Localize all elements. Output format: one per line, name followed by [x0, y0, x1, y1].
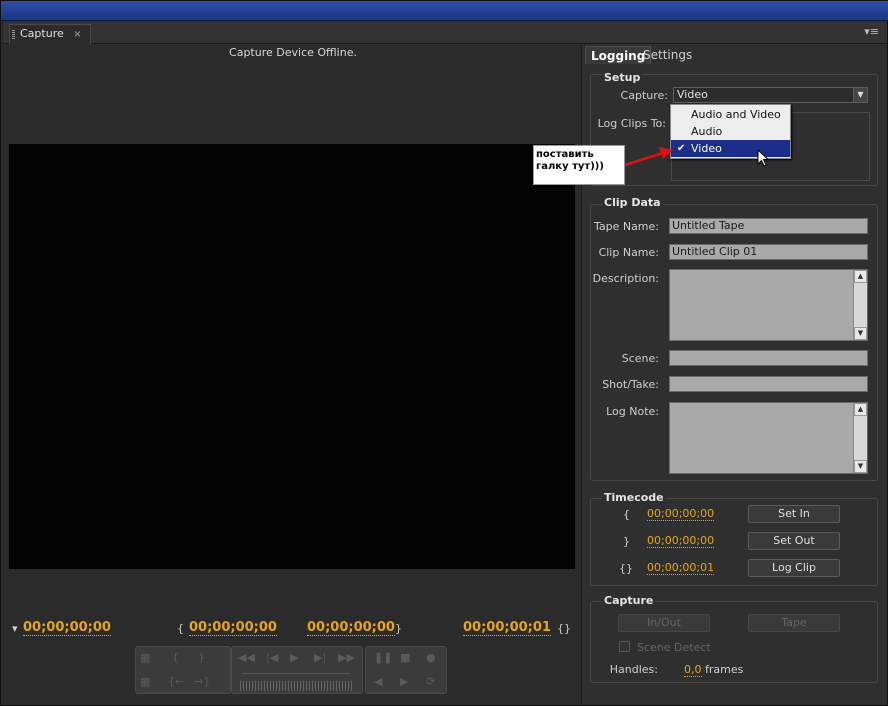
scroll-down-icon[interactable]: ▼ [854, 327, 867, 340]
stop-icon[interactable]: ■ [400, 651, 410, 664]
rewind-icon[interactable]: ◀◀ [238, 651, 255, 664]
annotation-line-2: галку тут))) [536, 161, 604, 172]
playhead-marker-icon: ▾ [12, 622, 18, 635]
description-scrollbar[interactable]: ▲ ▼ [853, 270, 867, 340]
clip-data-title: Clip Data [602, 196, 663, 209]
tape-name-label: Tape Name: [593, 220, 659, 233]
annotation-callout: поставить галку тут))) [533, 145, 625, 185]
step-back-icon[interactable]: |◀ [266, 651, 278, 664]
set-in-icon[interactable]: { [172, 651, 179, 664]
menu-item-video-label: Video [691, 142, 722, 155]
timecode-title: Timecode [602, 491, 666, 504]
setup-title: Setup [602, 71, 643, 84]
set-out-button[interactable]: Set Out [748, 532, 840, 550]
scene-search-icon[interactable]: ⟳ [426, 675, 435, 688]
set-out-icon[interactable]: } [198, 651, 205, 664]
tab-capture-label: Capture [20, 27, 64, 40]
in-point-timecode[interactable]: 00;00;00;00 [189, 620, 277, 636]
scene-field[interactable] [669, 350, 868, 366]
duration-icon: {} [619, 562, 633, 575]
menu-item-video[interactable]: ✔ Video [671, 140, 790, 157]
chevron-down-icon[interactable]: ▼ [853, 88, 867, 102]
pause-icon[interactable]: ❚❚ [374, 651, 392, 664]
scene-detect-label: Scene Detect [637, 641, 711, 654]
play-icon[interactable]: ▶ [290, 651, 298, 664]
shot-take-label: Shot/Take: [602, 378, 659, 391]
record-icon[interactable]: ● [426, 651, 436, 664]
slow-reverse-icon[interactable]: ◀ [374, 675, 382, 688]
clip-name-label: Clip Name: [598, 246, 659, 259]
shuttle-slider[interactable] [242, 673, 350, 681]
scroll-up-icon[interactable]: ▲ [854, 403, 867, 416]
set-in-button[interactable]: Set In [748, 505, 840, 523]
handles-label: Handles: [609, 663, 658, 676]
marker-controls: ▦ { } ▦ {← →} [135, 646, 231, 694]
duration-icon: {} [557, 622, 571, 635]
go-to-out-icon[interactable]: →} [194, 675, 210, 688]
out-point-icon: } [623, 535, 630, 548]
go-marker-icon[interactable]: ▦ [140, 675, 150, 688]
capture-select-value: Video [677, 88, 708, 101]
annotation-line-1: поставить [536, 149, 594, 160]
fast-forward-icon[interactable]: ▶▶ [338, 651, 355, 664]
go-to-in-icon[interactable]: {← [168, 675, 184, 688]
menu-item-audio[interactable]: Audio [671, 123, 790, 140]
out-point-icon: } [395, 622, 402, 635]
playback-controls: ◀◀ |◀ ▶ ▶| ▶▶ [231, 646, 363, 694]
timecode-duration-value[interactable]: 00;00;00;01 [647, 561, 715, 575]
video-preview [9, 144, 575, 569]
description-label: Description: [592, 272, 659, 285]
tape-name-field[interactable]: Untitled Tape [669, 218, 868, 234]
capture-window: Capture × ▾≡ Capture Device Offline. ▾ 0… [0, 0, 888, 706]
in-point-icon: { [623, 508, 630, 521]
in-point-icon: { [177, 622, 184, 635]
step-forward-icon[interactable]: ▶| [314, 651, 326, 664]
panel-menu-icon[interactable]: ▾≡ [864, 25, 879, 38]
log-clips-to-label: Log Clips To: [597, 117, 666, 130]
shot-take-field[interactable] [669, 376, 868, 392]
record-controls: ❚❚ ■ ● ◀ ▶ ⟳ [365, 646, 447, 694]
timecode-in-value[interactable]: 00;00;00;00 [647, 507, 715, 521]
jog-wheel[interactable] [240, 681, 352, 691]
scene-detect-checkbox[interactable] [619, 641, 630, 652]
capture-in-out-button[interactable]: In/Out [618, 614, 710, 632]
panel-tab-bar: Capture × ▾≡ [3, 22, 887, 44]
timecode-out-value[interactable]: 00;00;00;00 [647, 534, 715, 548]
current-timecode[interactable]: 00;00;00;00 [23, 620, 111, 636]
duration-timecode[interactable]: 00;00;00;01 [463, 620, 551, 636]
capture-tape-button[interactable]: Tape [748, 614, 840, 632]
log-note-scrollbar[interactable]: ▲ ▼ [853, 403, 867, 473]
out-point-timecode[interactable]: 00;00;00;00 [307, 620, 395, 636]
checkmark-icon: ✔ [677, 143, 686, 154]
title-bar[interactable] [1, 1, 888, 21]
tab-settings[interactable]: Settings [638, 46, 697, 64]
tab-capture[interactable]: Capture × [9, 24, 91, 44]
description-textarea[interactable]: ▲ ▼ [669, 269, 868, 341]
scroll-down-icon[interactable]: ▼ [854, 460, 867, 473]
close-icon[interactable]: × [73, 29, 81, 40]
capture-monitor: Capture Device Offline. ▾ 00;00;00;00 { … [9, 44, 577, 704]
capture-dropdown-menu: Audio and Video Audio ✔ Video [670, 104, 791, 159]
mouse-cursor-icon [757, 149, 769, 167]
drag-grip-icon[interactable] [12, 30, 15, 39]
capture-label: Capture: [620, 89, 668, 102]
log-note-textarea[interactable]: ▲ ▼ [669, 402, 868, 474]
log-note-label: Log Note: [606, 405, 659, 418]
scene-label: Scene: [621, 352, 659, 365]
device-status: Capture Device Offline. [229, 46, 357, 59]
log-clip-button[interactable]: Log Clip [748, 559, 840, 577]
slow-play-icon[interactable]: ▶ [400, 675, 408, 688]
set-marker-icon[interactable]: ▦ [140, 651, 150, 664]
capture-title: Capture [602, 594, 656, 607]
handles-value[interactable]: 0,0 [684, 663, 702, 677]
clip-name-field[interactable]: Untitled Clip 01 [669, 244, 868, 260]
capture-select[interactable]: Video ▼ [673, 87, 868, 103]
menu-item-audio-and-video[interactable]: Audio and Video [671, 106, 790, 123]
scroll-up-icon[interactable]: ▲ [854, 270, 867, 283]
annotation-arrow-icon [624, 147, 673, 167]
frames-label: frames [705, 663, 744, 676]
